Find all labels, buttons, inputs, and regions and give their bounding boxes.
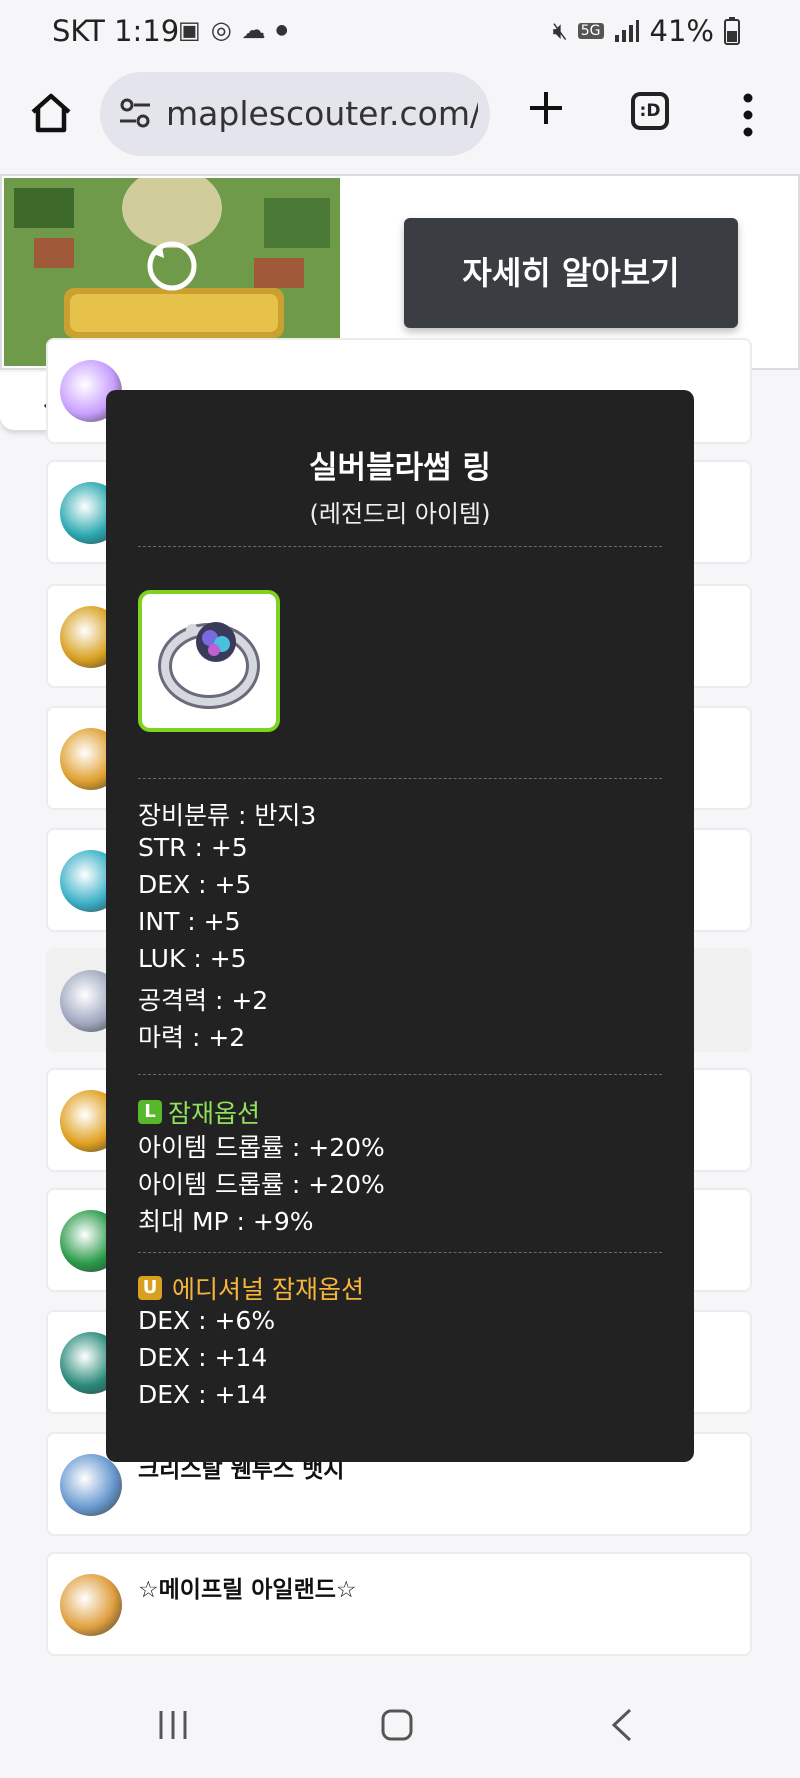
stat-line: 장비분류 : 반지3 <box>138 801 317 830</box>
status-time: SKT 1:19 <box>52 14 180 48</box>
home-icon[interactable] <box>28 90 74 136</box>
stat-line: 마력 : +2 <box>138 1023 246 1052</box>
divider <box>138 778 662 779</box>
battery-icon <box>724 17 740 45</box>
item-icon <box>60 1454 122 1516</box>
stat-line: INT : +5 <box>138 907 241 936</box>
item-name: ☆메이프릴 아일랜드☆ <box>138 1570 357 1604</box>
status-bar: SKT 1:19 ▣ ◎ ☁ ● 🔇︎ 5G 41% <box>0 0 800 66</box>
additional-potential-line: DEX : +6% <box>138 1306 276 1335</box>
unique-grade-icon: U <box>138 1276 162 1300</box>
recent-apps-icon[interactable] <box>156 1708 190 1742</box>
additional-potential-title: 에디셔널 잠재옵션 <box>172 1275 364 1304</box>
additional-potential-header: U 에디셔널 잠재옵션 <box>138 1270 364 1306</box>
item-image <box>138 590 280 732</box>
stat-line: STR : +5 <box>138 833 248 862</box>
ring-icon <box>158 622 260 709</box>
tooltip-title: 실버블라썸 링 <box>309 450 491 486</box>
signal-icon <box>614 20 639 42</box>
stat-line: LUK : +5 <box>138 944 247 973</box>
gallery-icon: ▣ <box>178 16 201 44</box>
address-bar[interactable]: maplescouter.com/ir <box>100 72 490 156</box>
potential-title: 잠재옵션 <box>168 1099 261 1128</box>
new-tab-icon[interactable] <box>526 88 566 128</box>
home-nav-icon[interactable] <box>380 1708 414 1742</box>
url-text[interactable]: maplescouter.com/ir <box>166 94 478 133</box>
additional-potential-line: DEX : +14 <box>138 1343 268 1372</box>
stat-line: DEX : +5 <box>138 870 252 899</box>
additional-potential-line: DEX : +14 <box>138 1380 268 1409</box>
tab-switcher-button[interactable]: :D <box>631 92 669 130</box>
legendary-grade-icon: L <box>138 1100 162 1124</box>
potential-line: 아이템 드롭률 : +20% <box>138 1170 385 1199</box>
item-icon <box>60 1574 122 1636</box>
notification-icons: ▣ ◎ ☁ ● <box>178 18 288 42</box>
chat-icon: ◎ <box>210 16 232 44</box>
potential-line: 아이템 드롭률 : +20% <box>138 1133 385 1162</box>
network-badge: 5G <box>577 23 604 39</box>
item-tooltip: 실버블라썸 링 (레전드리 아이템) 장비분류 : 반지3 STR : +5 DEX… <box>106 390 694 1462</box>
system-nav-bar <box>0 1678 800 1778</box>
divider <box>138 1074 662 1075</box>
dot-icon: ● <box>275 22 288 38</box>
site-settings-icon[interactable] <box>118 96 152 130</box>
tooltip-subtitle: (레전드리 아이템) <box>309 500 491 528</box>
mute-icon: 🔇︎ <box>552 17 568 45</box>
potential-header: L 잠재옵션 <box>138 1094 260 1130</box>
divider <box>138 546 662 547</box>
back-icon[interactable] <box>610 1708 634 1742</box>
stat-line: 공격력 : +2 <box>138 986 269 1015</box>
more-menu-icon[interactable] <box>740 90 756 140</box>
cloud-icon: ☁ <box>241 16 266 44</box>
divider <box>138 1252 662 1253</box>
item-row[interactable]: ☆메이프릴 아일랜드☆ <box>46 1552 752 1656</box>
item-name-text: ☆메이프릴 아일랜드☆ <box>138 1577 357 1603</box>
browser-toolbar: maplescouter.com/ir :D <box>0 66 800 175</box>
potential-line: 최대 MP : +9% <box>138 1207 314 1236</box>
learn-more-button[interactable]: 자세히 알아보기 <box>404 218 738 328</box>
battery-percent: 41% <box>649 14 714 48</box>
system-icons: 🔇︎ 5G 41% <box>553 14 740 48</box>
